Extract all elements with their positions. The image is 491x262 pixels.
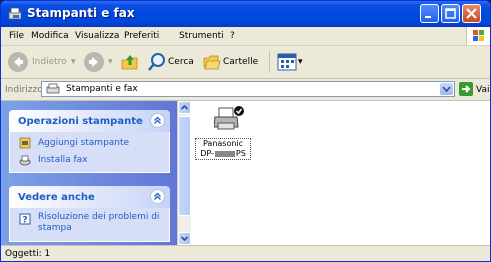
menu-edit[interactable]: Modifica [31, 31, 69, 41]
menu-tools[interactable]: Strumenti [179, 31, 224, 41]
troubleshoot-label-line1: Risoluzione dei problemi di [38, 212, 160, 222]
go-arrow-icon [462, 85, 471, 93]
forward-arrow-icon[interactable] [83, 51, 105, 73]
address-dropdown-button[interactable] [440, 83, 453, 95]
search-icon[interactable] [147, 52, 167, 72]
minimize-button[interactable] [420, 4, 439, 23]
troubleshoot-label-line2: stampa [38, 223, 72, 233]
chevron-down-icon [442, 86, 451, 93]
toolbar-separator [269, 51, 270, 73]
printers-folder-icon [46, 83, 60, 94]
see-also-header[interactable]: Vedere anche [9, 186, 170, 208]
folders-button-label[interactable]: Cartelle [223, 57, 258, 67]
printer-name-line1: Panasonic [202, 139, 244, 148]
menu-bar: File Modifica Visualizza Preferiti Strum… [1, 27, 490, 46]
scroll-down-button[interactable] [178, 232, 191, 245]
close-icon [466, 8, 477, 19]
install-fax-link[interactable]: Installa fax [10, 153, 169, 167]
back-button-label[interactable]: Indietro [32, 57, 67, 67]
address-input[interactable]: Stampanti e fax [41, 81, 455, 97]
explorer-window: Stampanti e fax File Modifica Visualizza… [0, 0, 491, 262]
printer-tasks-panel: Operazioni stampante Aggiungi stampante … [9, 110, 170, 173]
views-icon[interactable] [277, 53, 297, 71]
chevron-up-icon [154, 116, 161, 124]
task-pane-scrollbar[interactable] [177, 101, 191, 245]
scroll-up-arrow-icon [180, 104, 189, 110]
collapse-button[interactable] [150, 189, 165, 204]
fax-icon [19, 155, 31, 166]
address-label: Indirizzo [5, 85, 43, 95]
back-arrow-icon[interactable] [7, 51, 29, 73]
forward-dropdown-icon[interactable]: ▾ [108, 57, 113, 67]
maximize-button[interactable] [441, 4, 460, 23]
scroll-down-arrow-icon [180, 236, 189, 242]
address-value: Stampanti e fax [66, 84, 138, 94]
go-label[interactable]: Vai [476, 85, 489, 95]
printers-folder-icon [8, 7, 22, 20]
redacted-model-bar [214, 150, 235, 157]
printer-name: Panasonic DP- PS [195, 138, 251, 160]
up-folder-icon[interactable] [120, 52, 140, 72]
title-bar[interactable]: Stampanti e fax [1, 1, 490, 27]
file-view[interactable]: Panasonic DP- PS [191, 101, 490, 245]
task-pane: Operazioni stampante Aggiungi stampante … [1, 101, 177, 245]
folders-icon[interactable] [202, 52, 222, 72]
printer-tasks-header[interactable]: Operazioni stampante [9, 110, 170, 132]
add-printer-icon [19, 137, 31, 149]
close-button[interactable] [462, 4, 481, 23]
chevron-up-icon [154, 192, 161, 200]
menu-file[interactable]: File [9, 31, 24, 41]
windows-flag-icon [473, 30, 484, 41]
views-dropdown-icon[interactable]: ▾ [298, 57, 303, 67]
scroll-up-button[interactable] [178, 101, 191, 114]
printer-tasks-body: Aggiungi stampante Installa fax [9, 132, 170, 173]
scroll-thumb[interactable] [178, 116, 191, 216]
svg-text:?: ? [22, 216, 27, 226]
troubleshoot-printing-link[interactable]: ? Risoluzione dei problemi di stampa [10, 212, 169, 236]
back-dropdown-icon[interactable]: ▾ [71, 57, 76, 67]
go-button[interactable] [459, 82, 473, 96]
help-icon: ? [19, 213, 31, 225]
menu-favorites[interactable]: Preferiti [124, 31, 159, 41]
address-bar: Indirizzo Stampanti e fax Vai [1, 79, 490, 101]
printer-name-suffix: PS [235, 149, 246, 158]
maximize-icon [445, 8, 456, 19]
see-also-title: Vedere anche [18, 192, 95, 203]
install-fax-label: Installa fax [38, 155, 88, 165]
default-printer-icon [214, 106, 244, 130]
printer-tasks-title: Operazioni stampante [18, 116, 143, 127]
windows-logo [466, 27, 490, 45]
status-bar: Oggetti: 1 [1, 245, 490, 261]
status-text: Oggetti: 1 [5, 249, 51, 259]
collapse-button[interactable] [150, 113, 165, 128]
standard-toolbar: Indietro ▾ ▾ Cerca Cartelle ▾ [1, 46, 490, 79]
search-button-label[interactable]: Cerca [168, 57, 194, 67]
see-also-panel: Vedere anche ? Risoluzione dei problemi … [9, 186, 170, 242]
window-title: Stampanti e fax [27, 6, 135, 20]
menu-help[interactable]: ? [230, 31, 235, 41]
printer-name-prefix: DP- [200, 149, 214, 158]
minimize-icon [425, 16, 431, 18]
menu-view[interactable]: Visualizza [75, 31, 119, 41]
add-printer-link[interactable]: Aggiungi stampante [10, 136, 169, 150]
add-printer-label: Aggiungi stampante [38, 138, 130, 148]
see-also-body: ? Risoluzione dei problemi di stampa [9, 208, 170, 242]
